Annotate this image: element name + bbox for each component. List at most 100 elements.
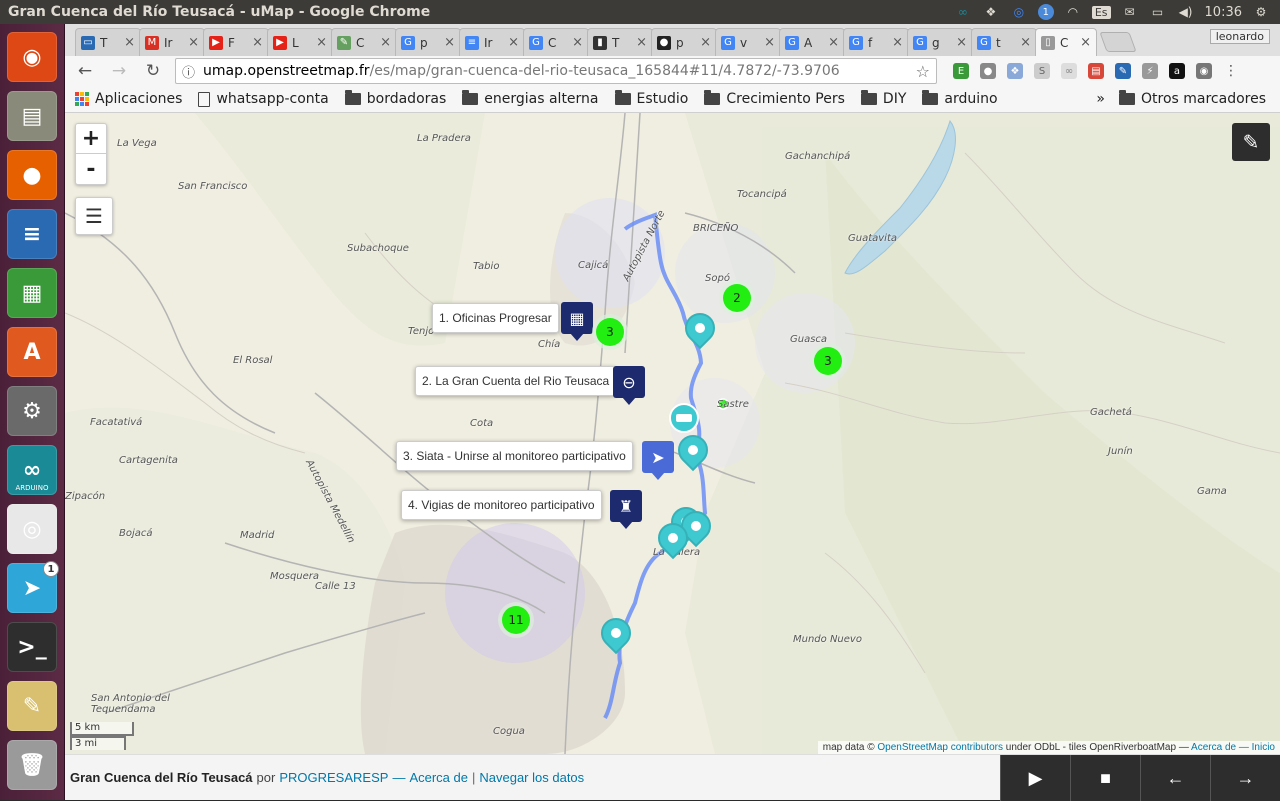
tab-close-icon[interactable]: × (1020, 35, 1031, 50)
tab[interactable]: G C × (523, 28, 589, 56)
tab[interactable]: Gp × (395, 28, 461, 56)
zoom-in-button[interactable]: + (76, 124, 106, 154)
chrome-icon[interactable]: ◎ (7, 504, 57, 554)
writer-icon[interactable]: ≡ (7, 209, 57, 259)
other-bookmarks-folder[interactable]: Otros marcadores (1118, 90, 1266, 107)
evernote-ext-icon[interactable]: E (953, 63, 969, 79)
bookmark-folder[interactable]: DIY (860, 90, 906, 107)
osm-contributors-link[interactable]: OpenStreetMap contributors (877, 742, 1003, 753)
guard-marker[interactable]: ♜ (610, 490, 642, 522)
info-icon[interactable]: ⓘ (182, 62, 195, 81)
chrome-menu-icon[interactable]: ⋮ (1223, 63, 1239, 79)
gplus-ext-icon[interactable]: S (1034, 63, 1050, 79)
new-tab-button[interactable] (1099, 32, 1137, 52)
telegram-icon[interactable]: ➤ 1 (7, 561, 59, 613)
trash-icon[interactable]: 🗑 (7, 740, 57, 790)
play-button[interactable]: ▶ (1000, 755, 1070, 801)
telegram-marker[interactable]: ➤ (642, 441, 674, 473)
tab-close-icon[interactable]: × (956, 35, 967, 50)
attribution-home-link[interactable]: Inicio (1252, 742, 1275, 753)
power-gear-icon[interactable]: ⚙ (1252, 3, 1270, 21)
bolt-ext-icon[interactable]: ⚡ (1142, 63, 1158, 79)
about-link[interactable]: Acerca de (409, 770, 468, 785)
map-editor-icon[interactable]: ✎ (7, 681, 57, 731)
volume-icon[interactable]: ◀) (1177, 3, 1195, 21)
reload-button[interactable]: ↻ (141, 59, 165, 83)
tab[interactable]: ▶ L × (267, 28, 333, 56)
bookmark-star-icon[interactable]: ☆ (916, 62, 930, 81)
profile-button[interactable]: leonardo (1209, 29, 1270, 44)
tab-active[interactable]: ▯ C × (1035, 28, 1097, 56)
tab[interactable]: ● p × (651, 28, 717, 56)
tab-close-icon[interactable]: × (828, 35, 839, 50)
dropbox-icon[interactable]: ❖ (982, 3, 1000, 21)
tab[interactable]: ▮ T × (587, 28, 653, 56)
tab[interactable]: G A × (779, 28, 845, 56)
tab-close-icon[interactable]: × (444, 35, 455, 50)
battery-icon[interactable]: ▭ (1149, 3, 1167, 21)
logo-marker[interactable] (669, 403, 699, 433)
bookmark-folder[interactable]: Estudio (614, 90, 688, 107)
forward-button[interactable]: → (107, 59, 131, 83)
marker-cluster[interactable]: 3 (592, 314, 628, 350)
tab[interactable]: ▶ F × (203, 28, 269, 56)
tab[interactable]: Gv × (715, 28, 781, 56)
notification-badge[interactable]: 1 (1037, 4, 1054, 20)
back-button[interactable]: ← (73, 59, 97, 83)
dropbox-ext-icon[interactable]: ❖ (1007, 63, 1023, 79)
tab-close-icon[interactable]: × (700, 35, 711, 50)
link-ext-icon[interactable]: ∞ (1061, 63, 1077, 79)
tab-close-icon[interactable]: × (764, 35, 775, 50)
wifi-icon[interactable]: ◠ (1064, 3, 1082, 21)
marker-cluster[interactable]: 3 (810, 343, 846, 379)
marker-cluster[interactable]: 2 (719, 280, 755, 316)
bookmarks-overflow-chevron[interactable]: » (1096, 91, 1105, 107)
settings-icon[interactable]: ⚙ (7, 386, 57, 436)
tab[interactable]: ▭ T × (75, 28, 141, 56)
previous-button[interactable]: ← (1140, 755, 1210, 801)
tab[interactable]: M Ir × (139, 28, 205, 56)
bookmark-folder[interactable]: energias alterna (462, 90, 599, 107)
arduino-tray-icon[interactable]: ∞ (954, 3, 972, 21)
camera-ext-icon[interactable]: ◉ (1196, 63, 1212, 79)
no-entry-marker[interactable]: ⊖ (613, 366, 645, 398)
attribution-about-link[interactable]: Acerca de (1191, 742, 1236, 753)
files-icon[interactable]: ▤ (7, 91, 57, 141)
tab[interactable]: ✎ C × (331, 28, 397, 56)
tab-close-icon[interactable]: × (636, 35, 647, 50)
address-bar[interactable]: ⓘ umap.openstreetmap.fr/es/map/gran-cuen… (175, 58, 937, 84)
tab[interactable]: Gg × (907, 28, 973, 56)
tab-close-icon[interactable]: × (572, 35, 583, 50)
bookmark-folder[interactable]: arduino (922, 90, 998, 107)
marker-cluster[interactable]: 11 (498, 602, 534, 638)
map-canvas[interactable]: La Vega San Francisco La Pradera Gachanchip… (65, 113, 1280, 754)
office-marker[interactable]: ▦ (561, 302, 593, 334)
tab-close-icon[interactable]: × (124, 35, 135, 50)
amazon-ext-icon[interactable]: a (1169, 63, 1185, 79)
tab-close-icon[interactable]: × (380, 35, 391, 50)
author-link[interactable]: PROGRESARESP (279, 770, 388, 785)
mail-icon[interactable]: ✉ (1121, 3, 1139, 21)
tab[interactable]: Gf × (843, 28, 909, 56)
zoom-out-button[interactable]: - (76, 154, 106, 184)
next-button[interactable]: → (1210, 755, 1280, 801)
clock[interactable]: 10:36 (1205, 5, 1242, 20)
tab[interactable]: Gt × (971, 28, 1037, 56)
layers-button[interactable]: ☰ (75, 197, 113, 235)
reader-ext-icon[interactable]: ▤ (1088, 63, 1104, 79)
bookmark-folder[interactable]: Crecimiento Pers (704, 90, 845, 107)
software-center-icon[interactable]: A (7, 327, 57, 377)
mic-ext-icon[interactable]: ● (980, 63, 996, 79)
bookmark-folder[interactable]: bordadoras (344, 90, 446, 107)
tab-close-icon[interactable]: × (508, 35, 519, 50)
feather-ext-icon[interactable]: ✎ (1115, 63, 1131, 79)
tab-close-icon[interactable]: × (892, 35, 903, 50)
ubuntu-dash-icon[interactable]: ◉ (7, 32, 57, 82)
tab[interactable]: ≡ Ir × (459, 28, 525, 56)
keyboard-layout-indicator[interactable]: Es (1091, 5, 1111, 19)
tab-close-icon[interactable]: × (1080, 35, 1091, 50)
calc-icon[interactable]: ▦ (7, 268, 57, 318)
stop-button[interactable]: ■ (1070, 755, 1140, 801)
bookmark-item[interactable]: Aplicaciones (75, 91, 182, 107)
tab-close-icon[interactable]: × (252, 35, 263, 50)
